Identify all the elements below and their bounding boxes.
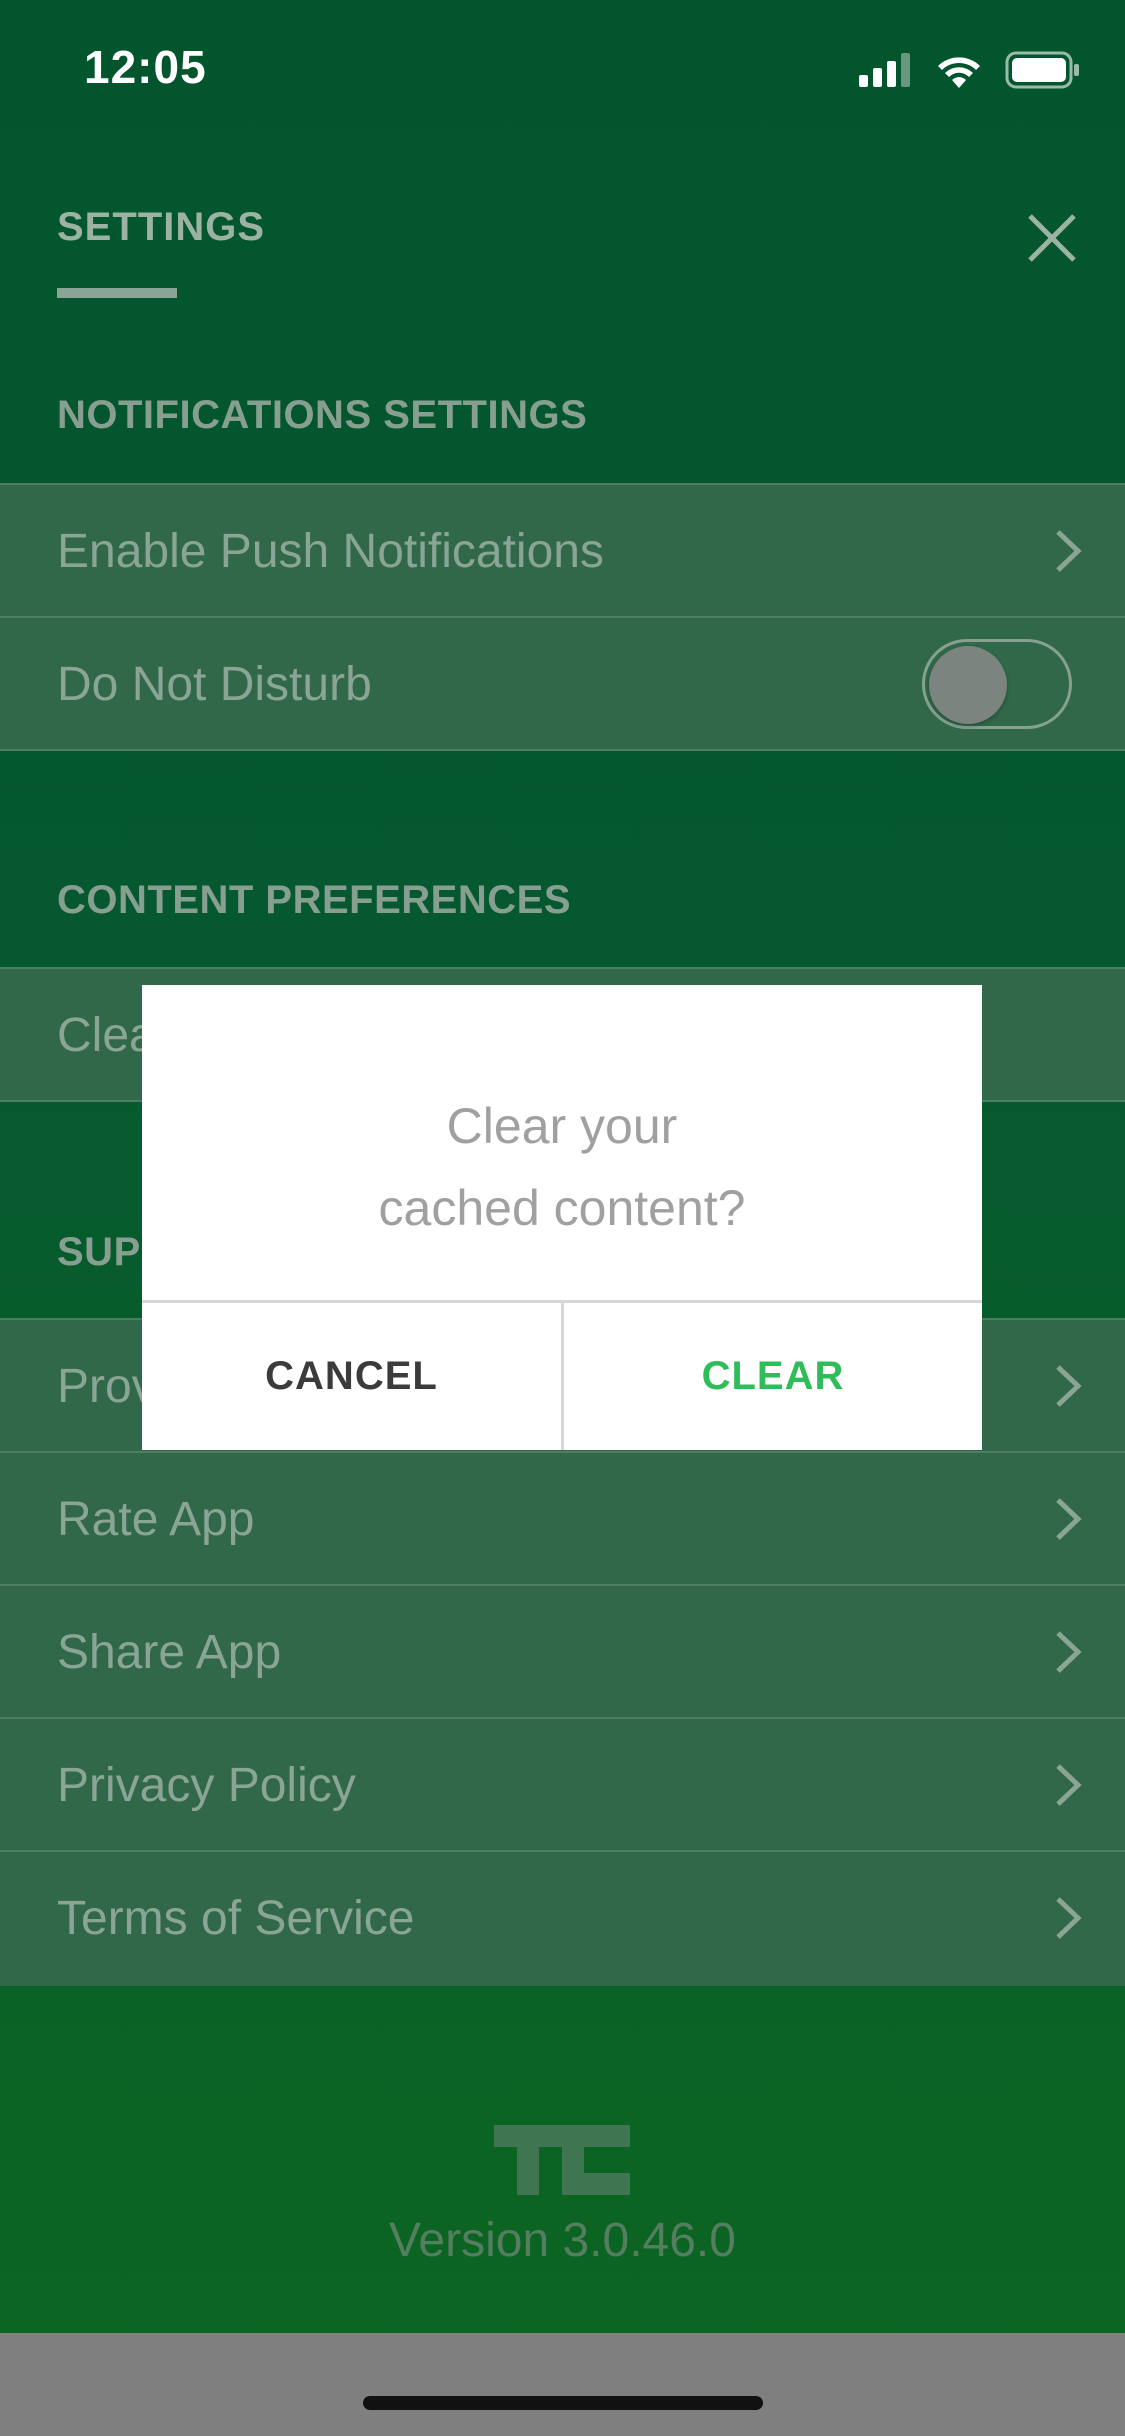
chevron-right-icon [1056, 530, 1082, 572]
terms-of-service-row[interactable]: Terms of Service [0, 1850, 1125, 1986]
support-section-title: SUP [57, 1230, 141, 1274]
share-app-label: Share App [57, 1626, 282, 1679]
enable-push-notifications-row[interactable]: Enable Push Notifications [0, 483, 1125, 616]
support-row-label: Prov [57, 1360, 156, 1413]
clear-cache-dialog: Clear your cached content? CANCEL CLEAR [142, 985, 982, 1450]
settings-screen: 12:05 SETTINGS NOTIFICATIONS SETTINGS En… [0, 0, 1125, 2436]
close-icon[interactable] [1022, 208, 1082, 268]
status-time: 12:05 [84, 41, 207, 93]
toggle-knob [929, 646, 1007, 724]
battery-icon [1005, 51, 1079, 89]
privacy-policy-label: Privacy Policy [57, 1759, 356, 1812]
dialog-message: Clear your cached content? [142, 1085, 982, 1249]
cellular-signal-icon [859, 53, 910, 87]
clear-cache-label: Clea [57, 1009, 156, 1062]
version-label: Version 3.0.46.0 [389, 2214, 736, 2267]
rate-app-label: Rate App [57, 1493, 255, 1546]
notifications-section-title: NOTIFICATIONS SETTINGS [57, 393, 588, 437]
wifi-icon [938, 57, 980, 88]
terms-of-service-label: Terms of Service [57, 1892, 415, 1945]
dialog-message-line-2: cached content? [378, 1180, 746, 1236]
chevron-right-icon [1056, 1631, 1082, 1673]
chevron-right-icon [1056, 1764, 1082, 1806]
cancel-button[interactable]: CANCEL [142, 1303, 561, 1450]
status-bar: 12:05 [0, 0, 1125, 140]
privacy-policy-row[interactable]: Privacy Policy [0, 1717, 1125, 1850]
rate-app-row[interactable]: Rate App [0, 1451, 1125, 1584]
enable-push-notifications-label: Enable Push Notifications [57, 525, 604, 578]
status-icons [859, 50, 1081, 90]
dialog-message-line-1: Clear your [446, 1098, 678, 1154]
chevron-right-icon [1056, 1897, 1082, 1939]
share-app-row[interactable]: Share App [0, 1584, 1125, 1717]
home-indicator[interactable] [363, 2396, 763, 2410]
clear-button[interactable]: CLEAR [564, 1303, 982, 1450]
page-title: SETTINGS [57, 205, 266, 249]
home-indicator-area [0, 2333, 1125, 2436]
chevron-right-icon [1056, 1365, 1082, 1407]
do-not-disturb-row: Do Not Disturb [0, 616, 1125, 751]
techcrunch-logo [494, 2125, 630, 2195]
do-not-disturb-toggle[interactable] [922, 639, 1072, 729]
content-preferences-section-title: CONTENT PREFERENCES [57, 878, 571, 922]
title-underline [57, 288, 177, 298]
chevron-right-icon [1056, 1498, 1082, 1540]
do-not-disturb-label: Do Not Disturb [57, 658, 372, 711]
